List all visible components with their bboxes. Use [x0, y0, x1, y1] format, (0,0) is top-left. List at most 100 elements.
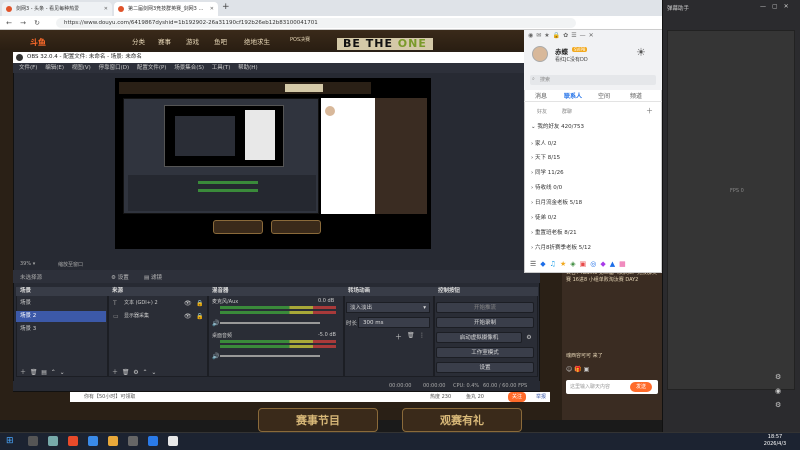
volume-slider[interactable] — [220, 322, 320, 324]
qq-taskbar-icon[interactable] — [148, 436, 158, 446]
gear-icon[interactable]: ⚙ — [524, 332, 534, 343]
lock-icon[interactable]: 🔒 — [196, 300, 203, 307]
send-button[interactable]: 发送 — [630, 382, 652, 392]
gift-icon[interactable]: 🎁 — [574, 366, 581, 373]
app-icon[interactable]: ▦ — [619, 260, 630, 268]
move-down-icon[interactable]: ⌄ — [60, 369, 65, 376]
add-scene-icon[interactable]: ＋ — [20, 369, 26, 376]
scene-filters-icon[interactable]: ▤ — [41, 369, 47, 376]
windows-start-icon[interactable]: ⊞ — [6, 436, 14, 446]
nav-item[interactable]: 赛事 — [158, 36, 171, 46]
app-taskbar-icon[interactable] — [68, 436, 78, 446]
follow-button[interactable]: 关注 — [508, 392, 527, 402]
subtab-friends[interactable]: 好友 — [537, 108, 547, 115]
close-tab-icon[interactable]: ✕ — [104, 2, 108, 16]
new-tab-button[interactable]: + — [222, 2, 230, 12]
avatar[interactable] — [532, 46, 548, 62]
subtab-groups[interactable]: 群聊 — [562, 108, 572, 115]
watch-reward-banner[interactable]: 观赛有礼 — [402, 408, 522, 432]
qq-signature[interactable]: 看红JC没有DD — [555, 56, 588, 63]
contact-group[interactable]: › 徒弟 0/2 — [531, 213, 557, 221]
skin-icon[interactable]: ✿ — [563, 32, 571, 39]
remove-transition-icon[interactable]: 🗑 — [407, 332, 415, 339]
obs-preview[interactable] — [115, 78, 431, 249]
menu-scene-collection[interactable]: 场景集合(S) — [174, 65, 204, 71]
app-icon[interactable]: ◆ — [540, 260, 549, 268]
zoom-level[interactable]: 39% ▾ — [20, 261, 35, 267]
menu-help[interactable]: 帮助(H) — [238, 65, 257, 71]
settings-icon[interactable]: ⚙ — [775, 401, 781, 409]
record-icon[interactable]: ◉ — [775, 387, 781, 395]
contact-group[interactable]: › 家人 0/2 — [531, 139, 557, 147]
nav-item[interactable]: 绝地求生 — [244, 36, 270, 46]
source-settings-icon[interactable]: ⚙ — [133, 369, 138, 376]
app-icon[interactable]: ▣ — [580, 260, 591, 268]
move-up-icon[interactable]: ⌃ — [143, 369, 148, 376]
zoom-fit-label[interactable]: 缩放至窗口 — [58, 261, 83, 268]
folder-taskbar-icon[interactable] — [108, 436, 118, 446]
menu-view[interactable]: 视图(V) — [72, 65, 91, 71]
more-icon[interactable]: ⋮ — [419, 332, 425, 339]
close-icon[interactable]: ✕ — [784, 3, 795, 10]
nav-item[interactable]: POS决赛 — [290, 36, 310, 43]
search-input[interactable]: 搜索 — [530, 75, 656, 85]
lock-icon[interactable]: 🔒 — [553, 32, 563, 39]
contact-group[interactable]: › 六月8折赛季老板 5/12 — [531, 243, 591, 251]
menu-docks[interactable]: 停靠窗口(D) — [99, 65, 130, 71]
star-icon[interactable]: ★ — [544, 32, 552, 39]
qq-tab-channels[interactable]: 频道 — [630, 91, 642, 100]
taskview-icon[interactable] — [48, 436, 58, 446]
url-input[interactable]: https://www.douyu.com/6419867dyshid=1b19… — [56, 18, 576, 28]
app-icon[interactable]: ◈ — [570, 260, 579, 268]
menu-edit[interactable]: 编辑(E) — [45, 65, 64, 71]
studio-mode-button[interactable]: 工作室模式 — [436, 347, 534, 358]
menu-icon[interactable]: ☰ — [530, 260, 540, 268]
app-icon[interactable]: ◎ — [590, 260, 600, 268]
contact-group[interactable]: › 日月流金老板 5/18 — [531, 198, 582, 206]
event-program-banner[interactable]: 赛事节目 — [258, 408, 378, 432]
scene-item-selected[interactable]: 场景 2 — [16, 311, 106, 322]
nav-item[interactable]: 鱼吧 — [214, 36, 227, 46]
contact-group[interactable]: › 重置班老板 8/21 — [531, 228, 577, 236]
start-virtual-camera-button[interactable]: 启动虚拟摄像机 — [436, 332, 522, 343]
add-transition-icon[interactable]: ＋ — [395, 332, 402, 342]
weather-sun-icon[interactable]: ☀ — [636, 46, 646, 59]
image-icon[interactable]: ▣ — [584, 366, 590, 373]
contact-group[interactable]: › 天下 8/15 — [531, 153, 560, 161]
app-icon[interactable]: ◆ — [600, 260, 609, 268]
nav-item[interactable]: 分类 — [132, 36, 145, 46]
menu-tools[interactable]: 工具(T) — [212, 65, 231, 71]
app-taskbar-icon[interactable] — [168, 436, 178, 446]
transition-select[interactable]: 淡入淡出 ▾ — [346, 302, 430, 313]
maximize-icon[interactable]: ▢ — [772, 3, 784, 10]
qq-tab-space[interactable]: 空间 — [598, 91, 610, 100]
visibility-eye-icon[interactable]: 👁 — [184, 313, 192, 320]
start-streaming-button[interactable]: 开始推流 — [436, 302, 534, 313]
contact-group[interactable]: › 待收线 0/0 — [531, 183, 562, 191]
menu-file[interactable]: 文件(F) — [19, 65, 37, 71]
browser-tab-active[interactable]: 第二届剑网3竞技群英赛_剑网3 … ✕ — [114, 2, 218, 16]
qq-tab-messages[interactable]: 消息 — [535, 91, 547, 100]
back-icon[interactable]: ← — [4, 18, 14, 28]
lock-icon[interactable]: 🔒 — [196, 313, 203, 320]
close-icon[interactable]: ✕ — [589, 32, 597, 39]
add-source-icon[interactable]: ＋ — [112, 369, 118, 376]
move-down-icon[interactable]: ⌄ — [151, 369, 156, 376]
menu-profile[interactable]: 配置文件(P) — [137, 65, 167, 71]
close-tab-icon[interactable]: ✕ — [210, 2, 214, 16]
obs-taskbar-icon[interactable] — [128, 436, 138, 446]
browser-tab[interactable]: 剑网3 - 头条 - 看见每种热爱 ✕ — [2, 2, 112, 16]
scene-item[interactable]: 场景 3 — [16, 324, 116, 335]
app-icon[interactable]: ♫ — [550, 260, 560, 268]
search-icon[interactable] — [28, 436, 38, 446]
move-up-icon[interactable]: ⌃ — [51, 369, 56, 376]
forward-icon[interactable]: → — [18, 18, 28, 28]
contact-group[interactable]: › 同学 11/26 — [531, 168, 564, 176]
speaker-icon[interactable]: 🔊 — [212, 320, 219, 327]
minimize-icon[interactable]: — — [760, 3, 772, 10]
start-recording-button[interactable]: 开始录制 — [436, 317, 534, 328]
contact-group[interactable]: ⌄ 我的好友 420/753 — [531, 122, 584, 130]
report-link[interactable]: 举报 — [536, 392, 546, 402]
remove-source-icon[interactable]: 🗑 — [122, 369, 130, 376]
add-friend-icon[interactable]: ＋ — [646, 106, 653, 116]
